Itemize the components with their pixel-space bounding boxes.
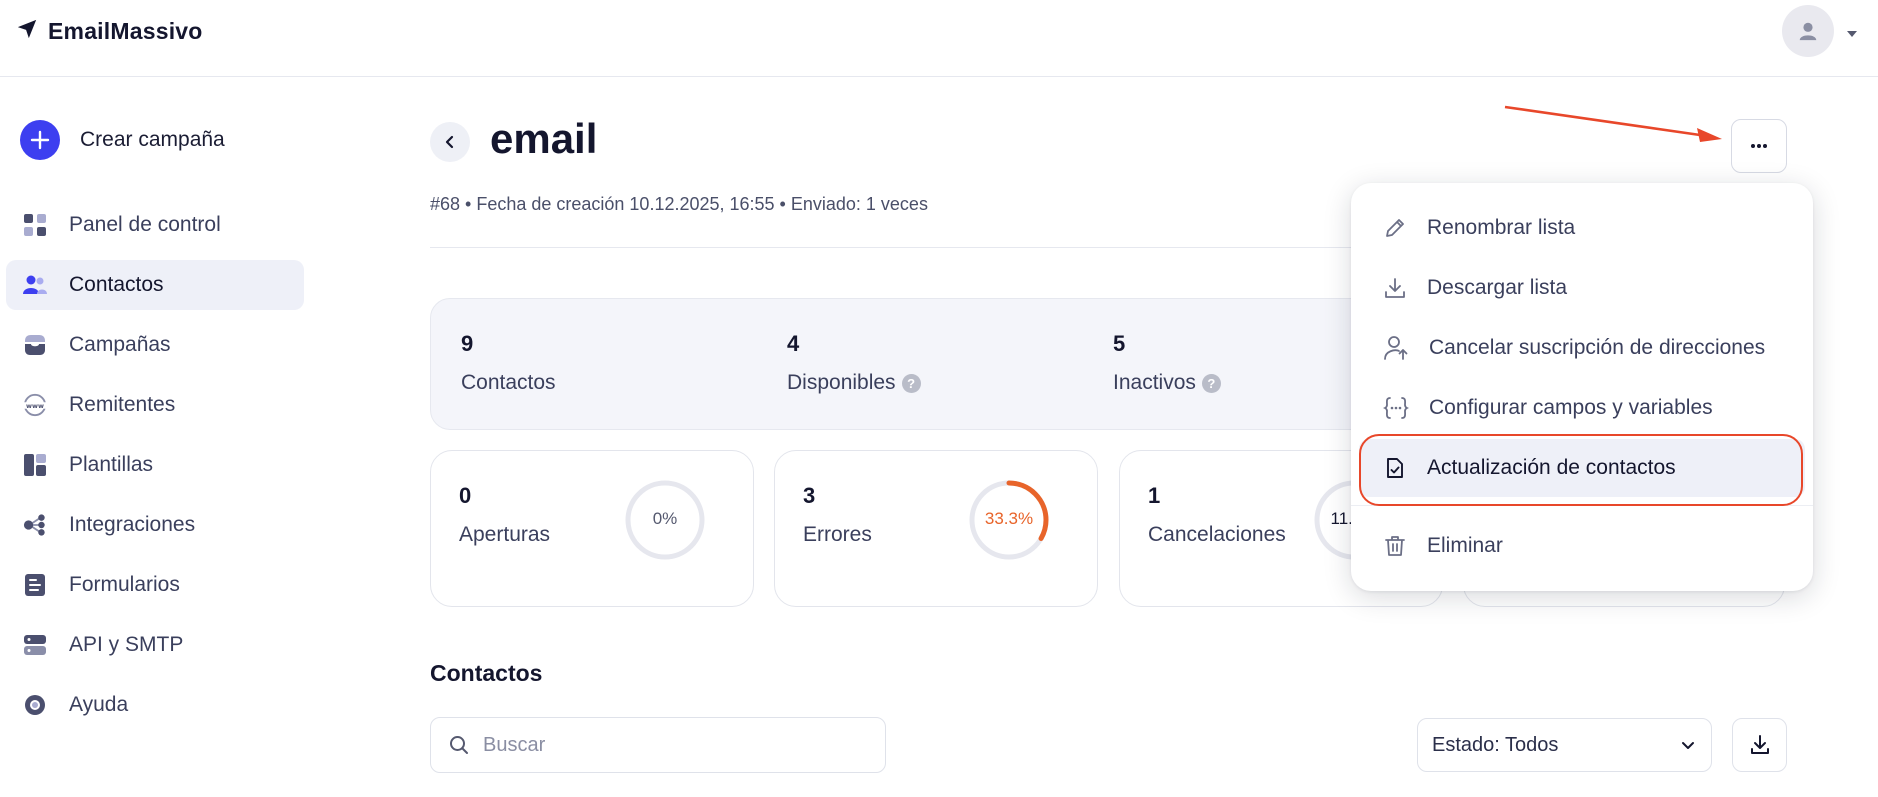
form-icon — [23, 573, 47, 597]
menu-item-unsubscribe[interactable]: Cancelar suscripción de direcciones — [1359, 319, 1805, 377]
inbox-icon — [23, 333, 47, 357]
help-icon[interactable]: ? — [1201, 373, 1221, 393]
download-icon — [1750, 735, 1769, 754]
plus-icon — [20, 120, 60, 160]
download-icon — [1385, 278, 1405, 298]
card-value: 0 — [459, 483, 472, 508]
stat-inactive: 5 Inactivos? — [1113, 331, 1221, 395]
sidebar-item-label: Remitentes — [69, 393, 176, 416]
options-menu: Renombrar lista Descargar lista Cancelar… — [1351, 183, 1813, 591]
card-percent: 0% — [652, 509, 678, 528]
card-label: Cancelaciones — [1148, 523, 1286, 546]
menu-divider — [1351, 505, 1813, 506]
stat-label: Inactivos — [1113, 371, 1196, 394]
sidebar-item-api-smtp[interactable]: API y SMTP — [6, 620, 304, 670]
create-campaign-button[interactable]: Crear campaña — [20, 120, 225, 160]
list-meta: #68 • Fecha de creación 10.12.2025, 16:5… — [430, 194, 928, 214]
stat-contacts: 9 Contactos — [461, 331, 556, 395]
stat-value: 9 — [461, 331, 474, 356]
sidebar-item-label: Ayuda — [69, 693, 129, 716]
menu-item-configure-fields[interactable]: Configurar campos y variables — [1359, 379, 1805, 437]
chevron-left-icon — [445, 135, 454, 149]
pencil-icon — [1386, 219, 1404, 237]
menu-item-rename[interactable]: Renombrar lista — [1359, 199, 1805, 257]
svg-text:www: www — [26, 402, 44, 410]
status-filter-value: Estado: Todos — [1432, 733, 1559, 756]
sidebar-item-dashboard[interactable]: Panel de control — [6, 200, 304, 250]
card-percent: 33.3% — [984, 509, 1034, 528]
sidebar-item-senders[interactable]: www Remitentes — [6, 380, 304, 430]
menu-item-update-contacts[interactable]: Actualización de contactos — [1359, 439, 1805, 497]
create-campaign-label: Crear campaña — [80, 128, 225, 151]
sidebar-item-label: Campañas — [69, 333, 171, 356]
lifebuoy-icon — [23, 693, 47, 717]
sidebar-item-integrations[interactable]: Integraciones — [6, 500, 304, 550]
card-errors: 3 Errores 33.3% — [774, 450, 1098, 607]
back-button[interactable] — [430, 122, 470, 162]
avatar[interactable] — [1782, 5, 1834, 57]
user-icon — [1799, 22, 1817, 41]
stat-label: Disponibles — [787, 371, 896, 394]
sidebar-item-forms[interactable]: Formularios — [6, 560, 304, 610]
app-name: EmailMassivo — [48, 18, 203, 44]
trash-icon — [1385, 536, 1405, 556]
integrations-icon — [23, 513, 47, 537]
paper-plane-icon — [16, 18, 38, 45]
menu-item-label: Cancelar suscripción de direcciones — [1429, 336, 1766, 359]
dashboard-icon — [23, 213, 47, 237]
sidebar-item-label: Integraciones — [69, 513, 196, 536]
search-box — [430, 717, 886, 773]
user-unsubscribe-icon — [1384, 336, 1408, 360]
menu-item-delete[interactable]: Eliminar — [1359, 517, 1805, 575]
chevron-down-icon[interactable] — [1846, 25, 1858, 43]
menu-item-label: Configurar campos y variables — [1429, 396, 1713, 419]
stat-available: 4 Disponibles? — [787, 331, 921, 395]
section-title: Contactos — [430, 660, 543, 686]
menu-item-label: Actualización de contactos — [1427, 456, 1676, 479]
ellipsis-icon — [1751, 144, 1767, 148]
menu-item-label: Descargar lista — [1427, 276, 1568, 299]
download-contacts-button[interactable] — [1732, 718, 1787, 772]
users-icon — [23, 273, 47, 297]
menu-item-download[interactable]: Descargar lista — [1359, 259, 1805, 317]
sidebar-item-help[interactable]: Ayuda — [6, 680, 304, 730]
sidebar-item-label: Contactos — [69, 273, 164, 296]
stat-value: 5 — [1113, 331, 1126, 356]
card-label: Aperturas — [459, 523, 551, 546]
sidebar-item-campaigns[interactable]: Campañas — [6, 320, 304, 370]
sidebar-item-label: Plantillas — [69, 453, 154, 476]
sidebar-item-label: API y SMTP — [69, 633, 184, 656]
menu-item-label: Renombrar lista — [1427, 216, 1576, 239]
globe-www-icon: www — [23, 393, 47, 417]
file-check-icon — [1387, 458, 1403, 478]
sidebar-item-label: Formularios — [69, 573, 180, 596]
chevron-down-icon — [1682, 741, 1694, 749]
menu-item-label: Eliminar — [1427, 534, 1503, 557]
templates-icon — [23, 453, 47, 477]
card-value: 1 — [1148, 483, 1161, 508]
sidebar-item-templates[interactable]: Plantillas — [6, 440, 304, 490]
card-label: Errores — [803, 523, 872, 546]
sidebar-item-contacts[interactable]: Contactos — [6, 260, 304, 310]
server-icon — [23, 633, 47, 657]
help-icon[interactable]: ? — [901, 373, 921, 393]
top-bar: EmailMassivo — [0, 0, 1878, 77]
card-opens: 0 Aperturas 0% — [430, 450, 754, 607]
stat-value: 4 — [787, 331, 800, 356]
card-value: 3 — [803, 483, 816, 508]
search-icon — [450, 736, 468, 754]
braces-icon — [1383, 397, 1409, 419]
status-filter-select[interactable]: Estado: Todos — [1417, 718, 1712, 772]
more-options-button[interactable] — [1731, 119, 1787, 173]
page-title: email — [490, 115, 598, 162]
sidebar-nav: Panel de control Contactos Campañas www … — [6, 200, 304, 740]
sidebar-item-label: Panel de control — [69, 213, 221, 236]
search-input[interactable] — [483, 733, 863, 757]
brand[interactable]: EmailMassivo — [16, 18, 203, 45]
stat-label: Contactos — [461, 371, 556, 394]
